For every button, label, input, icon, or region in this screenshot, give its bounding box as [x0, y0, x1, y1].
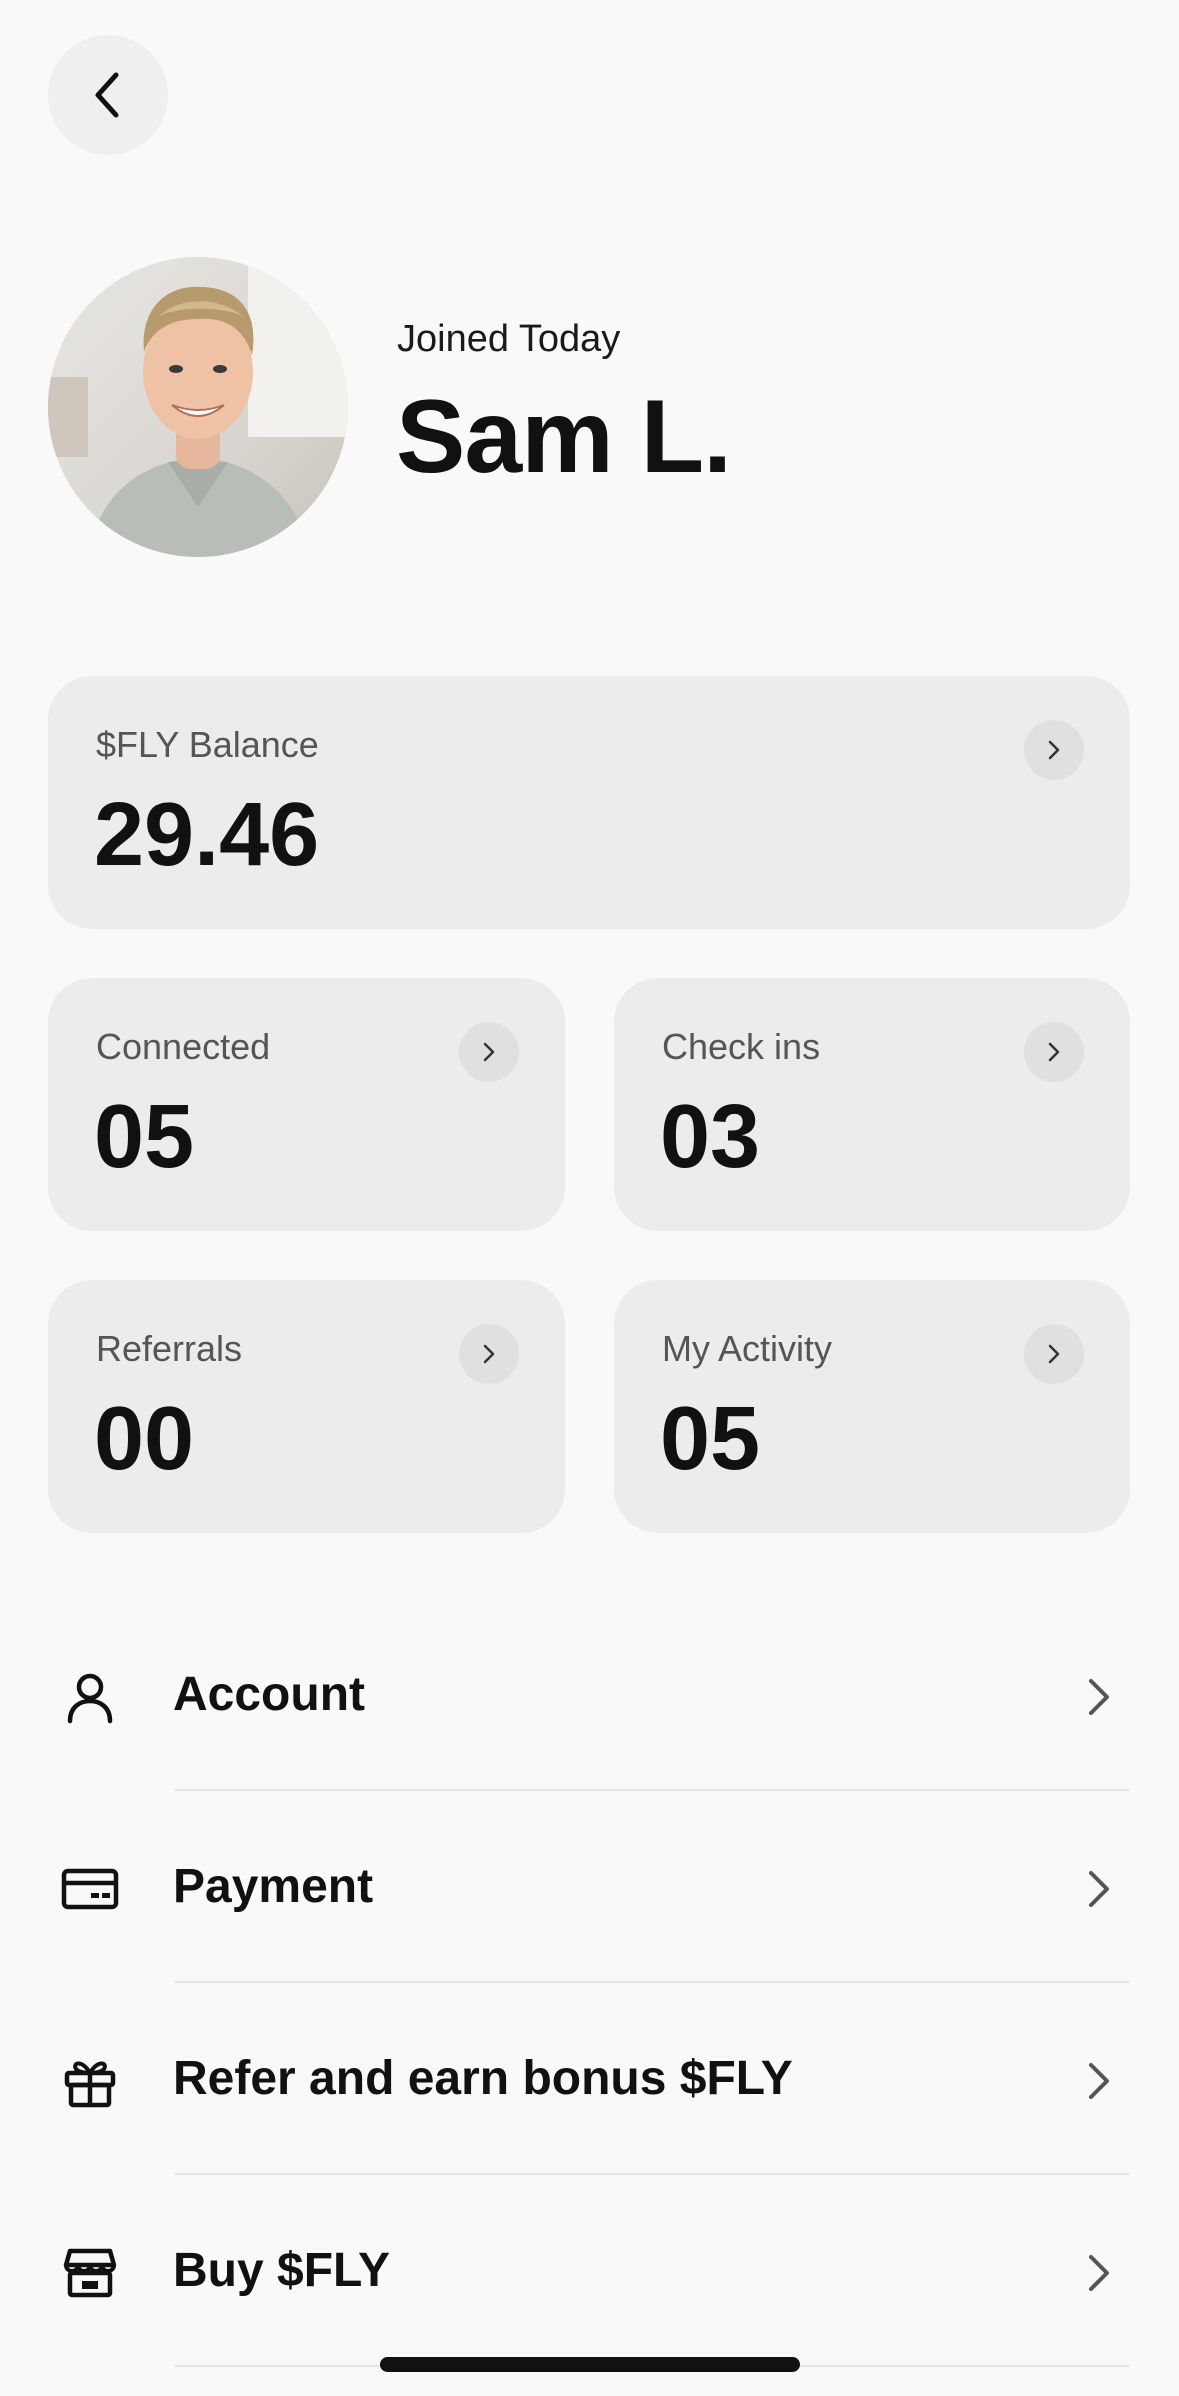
- referrals-label: Referrals: [96, 1328, 243, 1369]
- checkins-card[interactable]: Check ins 03: [614, 978, 1130, 1231]
- chevron-right-icon: [1024, 720, 1084, 780]
- connected-value: 05: [94, 1087, 195, 1187]
- menu-item-account[interactable]: Account: [0, 1599, 1179, 1791]
- activity-card[interactable]: My Activity 05: [614, 1280, 1130, 1533]
- menu-label: Buy $FLY: [173, 2244, 390, 2297]
- profile-name: Sam L.: [396, 379, 732, 495]
- gift-icon: [58, 2049, 122, 2113]
- menu-item-buy[interactable]: Buy $FLY: [0, 2175, 1179, 2367]
- chevron-right-icon: [459, 1324, 519, 1384]
- chevron-right-icon: [1089, 1679, 1109, 1715]
- menu-item-payment[interactable]: Payment: [0, 1791, 1179, 1983]
- chevron-right-icon: [1089, 1871, 1109, 1907]
- chevron-right-icon: [459, 1022, 519, 1082]
- chevron-right-icon: [1089, 2255, 1109, 2291]
- checkins-label: Check ins: [662, 1026, 821, 1067]
- chevron-right-icon: [1024, 1324, 1084, 1384]
- menu-label: Refer and earn bonus $FLY: [173, 2052, 793, 2105]
- balance-card[interactable]: $FLY Balance 29.46: [48, 676, 1130, 929]
- card-icon: [58, 1857, 122, 1921]
- user-icon: [58, 1665, 122, 1729]
- avatar: [48, 257, 348, 557]
- activity-value: 05: [660, 1389, 761, 1489]
- chevron-right-icon: [1024, 1022, 1084, 1082]
- referrals-card[interactable]: Referrals 00: [48, 1280, 565, 1533]
- chevron-left-icon: [95, 72, 119, 118]
- checkins-value: 03: [660, 1087, 761, 1187]
- connected-card[interactable]: Connected 05: [48, 978, 565, 1231]
- home-indicator[interactable]: [380, 2357, 800, 2372]
- menu-label: Payment: [173, 1860, 374, 1913]
- menu-label: Account: [173, 1668, 365, 1721]
- menu-item-refer[interactable]: Refer and earn bonus $FLY: [0, 1983, 1179, 2175]
- connected-label: Connected: [96, 1026, 271, 1067]
- store-icon: [58, 2241, 122, 2305]
- referrals-value: 00: [94, 1389, 195, 1489]
- balance-value: 29.46: [94, 785, 320, 885]
- joined-date: Joined Today: [397, 318, 621, 360]
- balance-label: $FLY Balance: [96, 724, 319, 765]
- activity-label: My Activity: [662, 1328, 833, 1369]
- back-button[interactable]: [48, 35, 168, 155]
- chevron-right-icon: [1089, 2063, 1109, 2099]
